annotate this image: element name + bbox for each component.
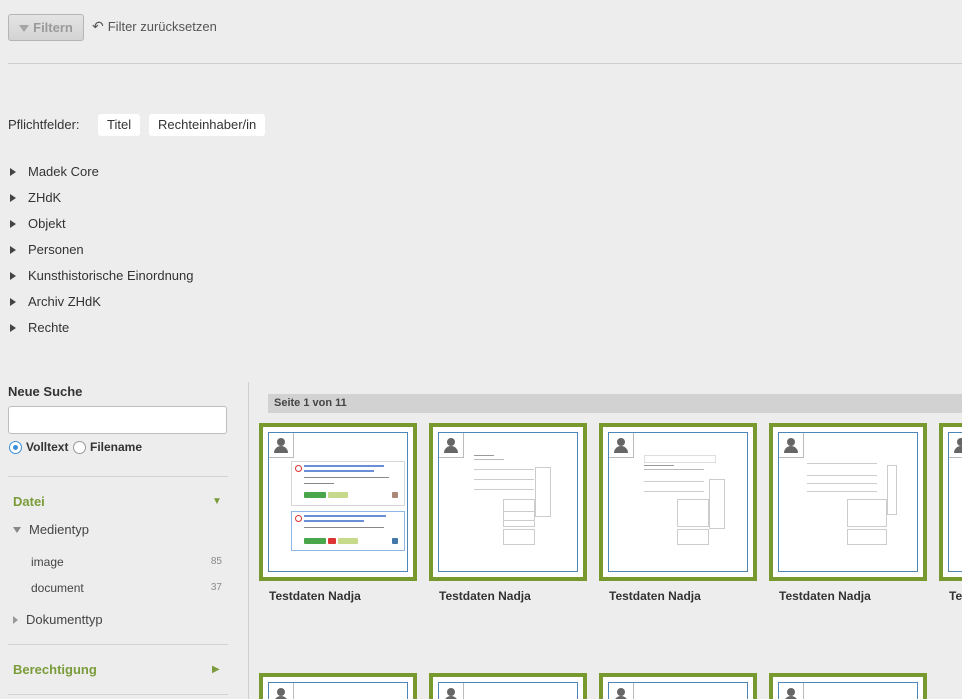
caret-right-icon[interactable]: ▶	[212, 664, 220, 675]
meta-group-objekt[interactable]: Objekt	[10, 216, 66, 231]
media-title[interactable]: Testdaten Nadja	[269, 589, 361, 603]
user-icon	[949, 433, 962, 458]
meta-group-personen[interactable]: Personen	[10, 242, 84, 257]
media-thumbnail[interactable]	[939, 423, 962, 581]
section-file[interactable]: Datei	[13, 494, 45, 509]
media-thumbnail[interactable]	[429, 423, 587, 581]
user-icon	[779, 433, 804, 458]
media-title[interactable]: Testdaten Nadja	[779, 589, 871, 603]
sidebar-divider	[8, 694, 228, 695]
caret-down-icon[interactable]: ▼	[212, 496, 222, 507]
thumbnail-image	[438, 432, 578, 572]
media-thumbnail[interactable]	[599, 423, 757, 581]
radio-fulltext[interactable]: Volltext	[9, 440, 68, 454]
radio-fulltext-label: Volltext	[26, 440, 69, 454]
caret-right-icon	[10, 193, 16, 202]
caret-right-icon	[10, 167, 16, 176]
thumbnail-image	[438, 682, 578, 699]
caret-right-icon	[10, 297, 16, 306]
meta-group-label: Rechte	[28, 320, 70, 335]
filter-doctype[interactable]: Dokumenttyp	[13, 612, 103, 627]
meta-group-label: Archiv ZHdK	[28, 294, 101, 309]
thumbnail-image	[268, 432, 408, 572]
filter-icon	[19, 25, 30, 32]
media-thumbnail[interactable]	[259, 423, 417, 581]
media-thumbnail[interactable]	[769, 673, 927, 699]
required-tag-rights-holder[interactable]: Rechteinhaber/in	[149, 114, 266, 136]
undo-icon: ↶	[92, 18, 104, 34]
sidebar-divider	[8, 644, 228, 645]
meta-group-archiv-zhdk[interactable]: Archiv ZHdK	[10, 294, 101, 309]
filter-button-label: Filtern	[33, 20, 73, 35]
media-thumbnail[interactable]	[429, 673, 587, 699]
meta-group-label: Objekt	[28, 216, 66, 231]
thumbnail-card	[291, 511, 405, 551]
radio-button[interactable]	[73, 440, 86, 454]
reset-filter-label: Filter zurücksetzen	[107, 19, 217, 34]
user-icon	[439, 683, 464, 699]
filter-mediatype-label: Medientyp	[29, 522, 89, 537]
facet-count: 85	[210, 556, 222, 567]
search-input[interactable]	[8, 406, 227, 434]
meta-group-rechte[interactable]: Rechte	[10, 320, 69, 335]
media-title[interactable]: Testdaten Nadja	[439, 589, 531, 603]
user-icon	[609, 433, 634, 458]
reset-filter-link[interactable]: ↶ Filter zurücksetzen	[92, 18, 217, 35]
sidebar-divider	[8, 476, 228, 477]
sidebar-divider-vertical	[248, 382, 249, 699]
required-fields-label: Pflichtfelder:	[8, 117, 80, 132]
user-icon	[779, 683, 804, 699]
media-title[interactable]: Testdaten Nadja	[609, 589, 701, 603]
divider	[8, 63, 962, 64]
caret-right-icon	[10, 245, 16, 254]
section-permission[interactable]: Berechtigung	[13, 662, 97, 677]
radio-filename[interactable]: Filename	[73, 440, 142, 454]
meta-group-label: Personen	[28, 242, 84, 257]
filter-doctype-label: Dokumenttyp	[26, 612, 103, 627]
user-icon	[609, 683, 634, 699]
meta-group-kunsthistorische[interactable]: Kunsthistorische Einordnung	[10, 268, 194, 283]
filter-button[interactable]: Filtern	[8, 14, 84, 41]
caret-right-icon	[13, 615, 18, 624]
required-tag-title[interactable]: Titel	[98, 114, 141, 136]
media-title[interactable]: Testdaten Nadja	[949, 589, 962, 603]
meta-group-label: Madek Core	[28, 164, 99, 179]
media-thumbnail[interactable]	[259, 673, 417, 699]
caret-right-icon	[10, 271, 16, 280]
thumbnail-image	[608, 682, 748, 699]
thumbnail-image	[608, 432, 748, 572]
filter-mediatype[interactable]: Medientyp	[13, 522, 89, 537]
media-thumbnail[interactable]	[769, 423, 927, 581]
meta-group-label: Kunsthistorische Einordnung	[28, 268, 194, 283]
thumbnail-image	[948, 432, 962, 572]
user-icon	[269, 433, 294, 458]
facet-count: 37	[210, 582, 222, 593]
user-icon	[269, 683, 294, 699]
facet-document[interactable]: document	[31, 581, 84, 595]
thumbnail-card	[291, 461, 405, 506]
thumbnail-image	[268, 682, 408, 699]
caret-right-icon	[10, 323, 16, 332]
caret-down-icon	[13, 526, 21, 533]
meta-group-madek-core[interactable]: Madek Core	[10, 164, 99, 179]
meta-group-label: ZHdK	[28, 190, 62, 205]
media-thumbnail[interactable]	[599, 673, 757, 699]
new-search-title: Neue Suche	[8, 384, 83, 399]
page-indicator: Seite 1 von 11	[268, 394, 962, 413]
thumbnail-image	[778, 682, 918, 699]
facet-image[interactable]: image	[31, 555, 64, 569]
caret-right-icon	[10, 219, 16, 228]
user-icon	[439, 433, 464, 458]
radio-button-checked[interactable]	[9, 440, 22, 454]
radio-filename-label: Filename	[90, 440, 143, 454]
meta-group-zhdk[interactable]: ZHdK	[10, 190, 61, 205]
thumbnail-image	[778, 432, 918, 572]
